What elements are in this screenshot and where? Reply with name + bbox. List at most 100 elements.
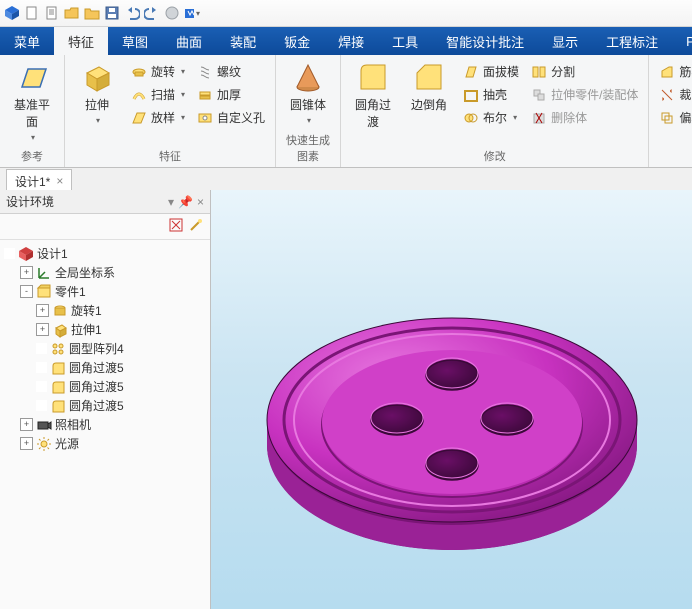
tab-smart-annot[interactable]: 智能设计批注	[432, 27, 538, 55]
group-quick: 圆锥体 ▾ 快速生成图素	[276, 55, 341, 167]
folder-icon[interactable]	[84, 5, 100, 21]
tab-display[interactable]: 显示	[538, 27, 592, 55]
viewport-3d[interactable]	[211, 190, 692, 609]
facedraft-button[interactable]: 面拔模	[459, 61, 523, 82]
expand-icon[interactable]: +	[20, 266, 33, 279]
rib-button[interactable]: 筋板	[655, 61, 692, 82]
tree-node[interactable]: 设计1	[0, 244, 210, 263]
expand-icon[interactable]: +	[36, 304, 49, 317]
tab-weld[interactable]: 焊接	[324, 27, 378, 55]
tab-assembly[interactable]: 装配	[216, 27, 270, 55]
tab-dwg-annot[interactable]: 工程标注	[592, 27, 672, 55]
offset-button[interactable]: 偏移▾	[655, 107, 692, 128]
thicken-button[interactable]: 加厚	[193, 84, 269, 105]
tree-node-label: 拉伸1	[71, 321, 102, 338]
tab-sketch[interactable]: 草图	[108, 27, 162, 55]
tree-node[interactable]: 圆角过渡5	[0, 358, 210, 377]
group-modify: 圆角过渡 边倒角 面拔模 抽壳 布尔▾ 分割 拉伸零件/装配体 删除体 修改	[341, 55, 649, 167]
tree-node[interactable]: + 拉伸1	[0, 320, 210, 339]
datum-plane-icon	[16, 61, 48, 93]
tree-node-label: 圆角过渡5	[69, 378, 124, 395]
collapse-icon[interactable]: -	[20, 285, 33, 298]
thread-button[interactable]: 螺纹	[193, 61, 269, 82]
tree-node-label: 零件1	[55, 283, 86, 300]
expand-icon[interactable]: +	[20, 437, 33, 450]
folder-open-icon[interactable]	[64, 5, 80, 21]
expand-icon[interactable]: +	[20, 418, 33, 431]
tree-node[interactable]: +光源	[0, 434, 210, 453]
delete-sel-icon[interactable]	[168, 217, 184, 236]
side-toolbar	[0, 214, 210, 240]
close-icon[interactable]: ×	[56, 174, 63, 188]
tree-node[interactable]: 圆角过渡5	[0, 396, 210, 415]
delete-body-button[interactable]: 删除体	[527, 107, 642, 128]
part-icon	[36, 284, 52, 300]
side-panel-title: 设计环境	[6, 193, 54, 210]
spacer	[36, 343, 47, 354]
datum-plane-button[interactable]: 基准平面 ▾	[6, 57, 58, 146]
undo-icon[interactable]	[124, 5, 140, 21]
revolve-button[interactable]: 旋转▾	[127, 61, 189, 82]
extrude-icon	[81, 61, 113, 93]
extrude-feat-icon	[52, 322, 68, 338]
loft-icon	[131, 110, 147, 126]
tab-tools[interactable]: 工具	[378, 27, 432, 55]
chamfer-button[interactable]: 边倒角	[403, 57, 455, 117]
tree-node[interactable]: 圆角过渡5	[0, 377, 210, 396]
cone-icon	[292, 61, 324, 93]
pull-part-button[interactable]: 拉伸零件/装配体	[527, 84, 642, 105]
close-icon[interactable]: ×	[197, 195, 204, 209]
shell-button[interactable]: 抽壳	[459, 84, 523, 105]
side-panel: 设计环境 ▾ 📌 × 设计1+全局坐标系-零件1+旋转1+拉伸1圆型阵列4圆角过…	[0, 190, 211, 609]
split-icon	[531, 64, 547, 80]
delete-body-icon	[531, 110, 547, 126]
loft-button[interactable]: 放样▾	[127, 107, 189, 128]
open-icon[interactable]	[44, 5, 60, 21]
tree-node[interactable]: - 零件1	[0, 282, 210, 301]
custom-hole-button[interactable]: 自定义孔	[193, 107, 269, 128]
model-button-part	[252, 220, 652, 609]
expand-icon[interactable]: +	[36, 323, 49, 336]
dropdown-icon[interactable]: ▾	[168, 195, 174, 209]
chamfer-icon	[413, 61, 445, 93]
group-reference-label: 参考	[6, 146, 58, 167]
tree-node[interactable]: 圆型阵列4	[0, 339, 210, 358]
tree-node-label: 圆型阵列4	[69, 340, 124, 357]
tree-node[interactable]: +照相机	[0, 415, 210, 434]
tab-surface[interactable]: 曲面	[162, 27, 216, 55]
trim-button[interactable]: 裁剪	[655, 84, 692, 105]
fillet-icon	[357, 61, 389, 93]
tab-feature[interactable]: 特征	[54, 27, 108, 55]
sweep-button[interactable]: 扫描▾	[127, 84, 189, 105]
new-icon[interactable]	[24, 5, 40, 21]
wand-icon[interactable]	[188, 217, 204, 236]
quick-access-toolbar: ▾	[0, 0, 692, 27]
camera-icon	[36, 417, 52, 433]
feature-tree: 设计1+全局坐标系-零件1+旋转1+拉伸1圆型阵列4圆角过渡5圆角过渡5圆角过渡…	[0, 240, 210, 609]
offset-icon	[659, 110, 675, 126]
fillet-feat-icon	[50, 379, 66, 395]
shell-icon	[463, 87, 479, 103]
boolean-button[interactable]: 布尔▾	[459, 107, 523, 128]
workspace: 设计环境 ▾ 📌 × 设计1+全局坐标系-零件1+旋转1+拉伸1圆型阵列4圆角过…	[0, 190, 692, 609]
split-button[interactable]: 分割	[527, 61, 642, 82]
cone-button[interactable]: 圆锥体 ▾	[282, 57, 334, 129]
tree-node[interactable]: +旋转1	[0, 301, 210, 320]
fillet-button[interactable]: 圆角过渡	[347, 57, 399, 134]
tab-sheetmetal[interactable]: 钣金	[270, 27, 324, 55]
thicken-icon	[197, 87, 213, 103]
group-reference: 基准平面 ▾ 参考	[0, 55, 65, 167]
tab-pm[interactable]: PM	[672, 27, 692, 55]
app-icon[interactable]	[4, 5, 20, 21]
tree-node[interactable]: +全局坐标系	[0, 263, 210, 282]
spacer	[36, 400, 47, 411]
redo-icon[interactable]	[144, 5, 160, 21]
print-icon[interactable]	[164, 5, 180, 21]
doc-tab-design1[interactable]: 设计1* ×	[6, 169, 72, 192]
effects-icon[interactable]: ▾	[184, 5, 200, 21]
pattern-icon	[50, 341, 66, 357]
pin-icon[interactable]: 📌	[178, 195, 193, 209]
tab-menu[interactable]: 菜单	[0, 27, 54, 55]
extrude-button[interactable]: 拉伸 ▾	[71, 57, 123, 129]
save-icon[interactable]	[104, 5, 120, 21]
